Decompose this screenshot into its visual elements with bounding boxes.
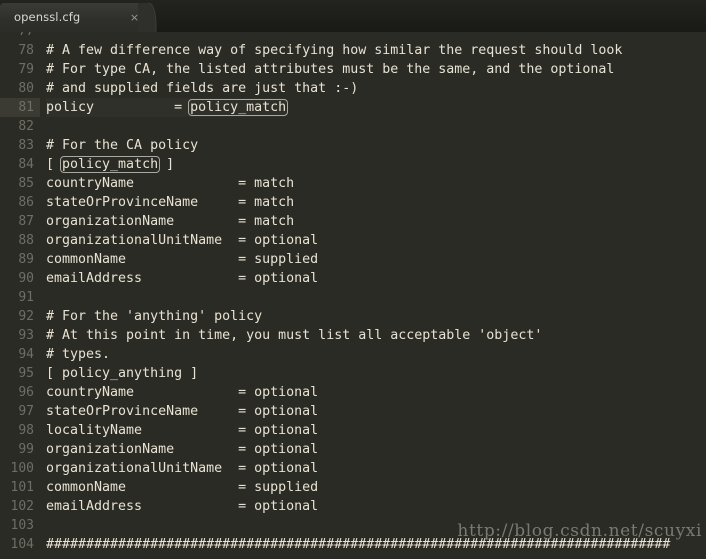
line-number: 90 [0,269,40,288]
code-line[interactable]: 79 # For type CA, the listed attributes m… [0,60,706,79]
code-line[interactable]: 80 # and supplied fields are just that :-… [0,79,706,98]
code-line[interactable]: 92 # For the 'anything' policy [0,307,706,326]
code-line[interactable]: 90 emailAddress = optional [0,269,706,288]
line-number: 79 [0,60,40,79]
editor-window: openssl.cfg × 7778 # A few difference way… [0,0,706,559]
code-text: stateOrProvinceName = optional [46,402,318,421]
line-number: 103 [0,516,40,535]
tab-bar: openssl.cfg × [0,0,706,32]
code-text: # At this point in time, you must list a… [46,326,542,345]
code-text: organizationName = optional [46,440,318,459]
code-line[interactable]: 85 countryName = match [0,174,706,193]
code-text: [ policy_anything ] [46,364,198,383]
code-text: commonName = supplied [46,478,318,497]
line-number: 102 [0,497,40,516]
code-text: organizationalUnitName = optional [46,459,318,478]
line-number: 92 [0,307,40,326]
code-line[interactable]: 97 stateOrProvinceName = optional [0,402,706,421]
line-number: 87 [0,212,40,231]
line-number: 86 [0,193,40,212]
code-text: stateOrProvinceName = match [46,193,294,212]
code-line[interactable]: 94 # types. [0,345,706,364]
line-number: 91 [0,288,40,307]
line-number: 81 [0,98,40,117]
line-number: 99 [0,440,40,459]
line-number: 84 [0,155,40,174]
highlighted-token: policy_match [60,156,160,173]
code-editor[interactable]: 7778 # A few difference way of specifying… [0,32,706,559]
line-number: 100 [0,459,40,478]
code-segment: policy = [46,100,190,115]
close-icon[interactable]: × [128,11,141,24]
code-text: # A few difference way of specifying how… [46,41,622,60]
code-text: countryName = match [46,174,294,193]
line-number: 95 [0,364,40,383]
tab-label: openssl.cfg [14,10,80,24]
code-text: emailAddress = optional [46,497,318,516]
code-line[interactable]: 89 commonName = supplied [0,250,706,269]
code-line[interactable]: 83 # For the CA policy [0,136,706,155]
line-number: 101 [0,478,40,497]
code-text: organizationName = match [46,212,294,231]
code-line[interactable]: 102 emailAddress = optional [0,497,706,516]
line-number: 83 [0,136,40,155]
code-text: emailAddress = optional [46,269,318,288]
code-text: [ policy_match ] [46,155,174,174]
code-text: localityName = optional [46,421,318,440]
line-number: 78 [0,41,40,60]
line-number: 97 [0,402,40,421]
line-number: 77 [0,32,40,41]
line-number: 98 [0,421,40,440]
line-number: 96 [0,383,40,402]
line-number: 85 [0,174,40,193]
code-lines: 7778 # A few difference way of specifying… [0,32,706,554]
code-text: # types. [46,345,110,364]
code-text: # For type CA, the listed attributes mus… [46,60,614,79]
code-text: # For the CA policy [46,136,198,155]
code-line[interactable]: 87 organizationName = match [0,212,706,231]
code-line[interactable]: 84 [ policy_match ] [0,155,706,174]
code-line[interactable]: 77 [0,32,706,41]
code-line[interactable]: 88 organizationalUnitName = optional [0,231,706,250]
line-number: 94 [0,345,40,364]
code-text: # For the 'anything' policy [46,307,262,326]
line-number: 104 [0,535,40,554]
code-line[interactable]: 81 policy = policy_match [0,98,706,117]
line-number: 80 [0,79,40,98]
code-segment: ] [158,157,174,172]
tab-openssl-cfg[interactable]: openssl.cfg × [0,3,148,32]
code-text: organizationalUnitName = optional [46,231,318,250]
code-line[interactable]: 95 [ policy_anything ] [0,364,706,383]
code-line[interactable]: 91 [0,288,706,307]
line-number: 88 [0,231,40,250]
code-line[interactable]: 82 [0,117,706,136]
code-line[interactable]: 93 # At this point in time, you must list… [0,326,706,345]
code-line[interactable]: 98 localityName = optional [0,421,706,440]
code-text: ########################################… [46,535,670,554]
code-text: # and supplied fields are just that :-) [46,79,358,98]
code-text: countryName = optional [46,383,318,402]
code-line[interactable]: 96 countryName = optional [0,383,706,402]
code-line[interactable]: 78 # A few difference way of specifying h… [0,41,706,60]
highlighted-token: policy_match [188,99,288,116]
code-text: policy = policy_match [46,98,286,117]
code-line[interactable]: 86 stateOrProvinceName = match [0,193,706,212]
line-number: 93 [0,326,40,345]
code-line[interactable]: 101 commonName = supplied [0,478,706,497]
code-line[interactable]: 100 organizationalUnitName = optional [0,459,706,478]
line-number: 82 [0,117,40,136]
code-line[interactable]: 103 [0,516,706,535]
code-text: commonName = supplied [46,250,318,269]
code-line[interactable]: 104 #####################################… [0,535,706,554]
code-line[interactable]: 99 organizationName = optional [0,440,706,459]
line-number: 89 [0,250,40,269]
